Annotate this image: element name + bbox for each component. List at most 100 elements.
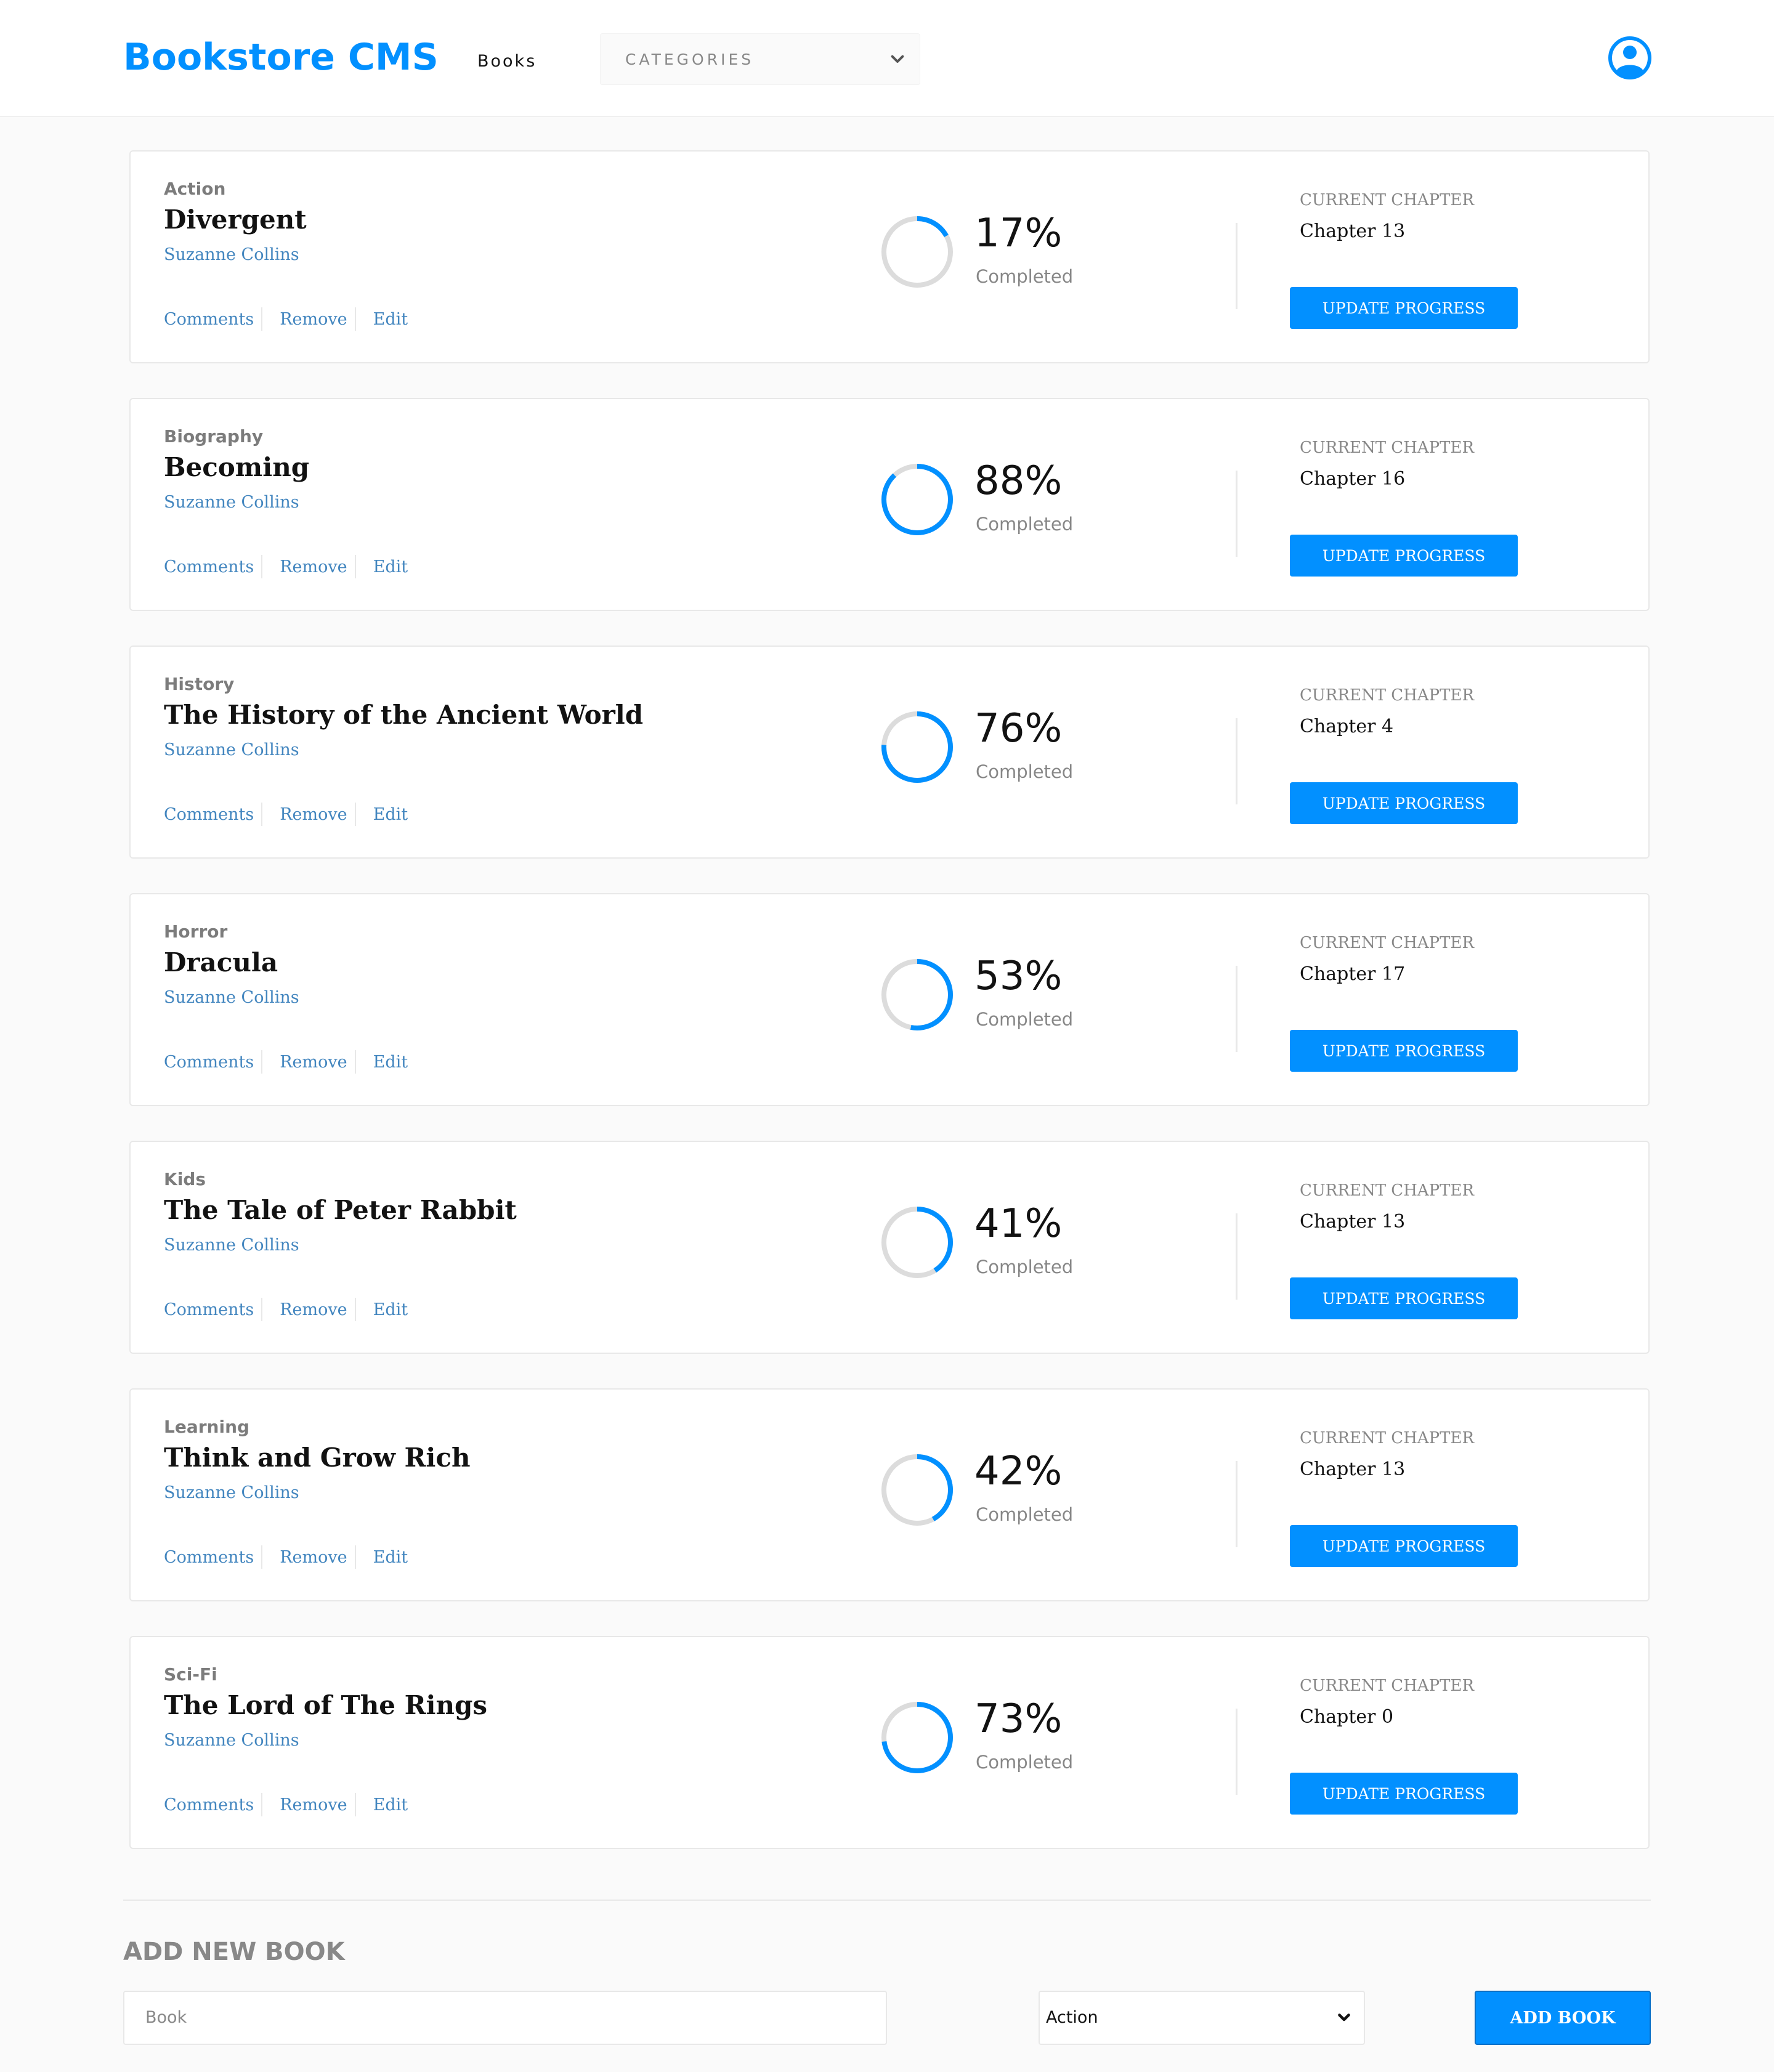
card-divider [1236, 966, 1237, 1052]
action-separator [354, 803, 356, 826]
book-actions: Comments Remove Edit [164, 307, 408, 331]
book-genre: Learning [164, 1417, 250, 1437]
current-chapter-value: Chapter 13 [1300, 221, 1406, 242]
categories-dropdown-label: CATEGORIES [625, 51, 755, 68]
current-chapter-value: Chapter 13 [1300, 1211, 1406, 1232]
add-book-button[interactable]: ADD BOOK [1475, 1991, 1651, 2045]
book-author[interactable]: Suzanne Collins [164, 988, 299, 1007]
completed-label: Completed [976, 514, 1074, 535]
action-separator [261, 1545, 263, 1569]
remove-button[interactable]: Remove [280, 557, 347, 577]
book-author[interactable]: Suzanne Collins [164, 740, 299, 759]
action-separator [354, 307, 356, 331]
book-actions: Comments Remove Edit [164, 1545, 408, 1569]
completed-label: Completed [976, 1504, 1074, 1525]
book-card: Sci-Fi The Lord of The Rings Suzanne Col… [129, 1636, 1650, 1849]
remove-button[interactable]: Remove [280, 805, 347, 824]
completed-label: Completed [976, 1752, 1074, 1773]
book-author[interactable]: Suzanne Collins [164, 1731, 299, 1750]
chevron-down-icon [891, 55, 904, 63]
update-progress-button[interactable]: UPDATE PROGRESS [1290, 782, 1518, 824]
card-divider [1236, 223, 1237, 309]
progress-percent: 42% [974, 1449, 1063, 1494]
edit-button[interactable]: Edit [373, 557, 408, 577]
remove-button[interactable]: Remove [280, 1548, 347, 1567]
update-progress-button[interactable]: UPDATE PROGRESS [1290, 1525, 1518, 1567]
edit-button[interactable]: Edit [373, 1795, 408, 1815]
remove-button[interactable]: Remove [280, 1053, 347, 1072]
update-progress-button[interactable]: UPDATE PROGRESS [1290, 1277, 1518, 1319]
progress-ring [881, 216, 953, 288]
progress-percent: 73% [974, 1696, 1063, 1742]
progress-ring [881, 464, 953, 535]
update-progress-button[interactable]: UPDATE PROGRESS [1290, 287, 1518, 329]
action-separator [354, 555, 356, 578]
current-chapter-value: Chapter 17 [1300, 963, 1406, 985]
remove-button[interactable]: Remove [280, 310, 347, 329]
card-divider [1236, 1709, 1237, 1795]
category-select[interactable]: Action [1039, 1991, 1365, 2045]
book-author[interactable]: Suzanne Collins [164, 493, 299, 512]
edit-button[interactable]: Edit [373, 310, 408, 329]
action-separator [261, 1793, 263, 1816]
action-separator [261, 1050, 263, 1074]
comments-button[interactable]: Comments [164, 1300, 254, 1319]
update-progress-button[interactable]: UPDATE PROGRESS [1290, 535, 1518, 577]
comments-button[interactable]: Comments [164, 1548, 254, 1567]
book-card: History The History of the Ancient World… [129, 645, 1650, 859]
completed-label: Completed [976, 1009, 1074, 1030]
book-card: Horror Dracula Suzanne Collins Comments … [129, 893, 1650, 1106]
book-card: Biography Becoming Suzanne Collins Comme… [129, 398, 1650, 611]
book-genre: History [164, 674, 235, 694]
current-chapter-value: Chapter 0 [1300, 1706, 1394, 1728]
book-actions: Comments Remove Edit [164, 1792, 408, 1817]
progress-percent: 53% [974, 953, 1063, 999]
remove-button[interactable]: Remove [280, 1300, 347, 1319]
edit-button[interactable]: Edit [373, 1300, 408, 1319]
add-book-heading: ADD NEW BOOK [123, 1938, 345, 1966]
current-chapter-label: CURRENT CHAPTER [1300, 686, 1475, 705]
book-author[interactable]: Suzanne Collins [164, 245, 299, 264]
book-author[interactable]: Suzanne Collins [164, 1483, 299, 1502]
edit-button[interactable]: Edit [373, 1053, 408, 1072]
book-author[interactable]: Suzanne Collins [164, 1236, 299, 1255]
header: Bookstore CMS Books CATEGORIES [0, 0, 1774, 117]
card-divider [1236, 1213, 1237, 1300]
chevron-down-icon [1338, 2013, 1350, 2021]
update-progress-button[interactable]: UPDATE PROGRESS [1290, 1030, 1518, 1072]
remove-button[interactable]: Remove [280, 1795, 347, 1815]
action-separator [261, 307, 263, 331]
book-genre: Action [164, 179, 226, 199]
comments-button[interactable]: Comments [164, 310, 254, 329]
app-logo[interactable]: Bookstore CMS [123, 36, 439, 79]
book-title-input[interactable]: Book [123, 1991, 887, 2045]
comments-button[interactable]: Comments [164, 1795, 254, 1815]
current-chapter-label: CURRENT CHAPTER [1300, 1677, 1475, 1695]
nav-books-link[interactable]: Books [477, 52, 537, 71]
comments-button[interactable]: Comments [164, 557, 254, 577]
card-divider [1236, 1461, 1237, 1547]
user-avatar-icon[interactable] [1608, 36, 1652, 80]
action-separator [354, 1298, 356, 1321]
categories-dropdown[interactable]: CATEGORIES [600, 33, 920, 85]
current-chapter-label: CURRENT CHAPTER [1300, 439, 1475, 457]
edit-button[interactable]: Edit [373, 805, 408, 824]
book-genre: Horror [164, 921, 228, 942]
current-chapter-value: Chapter 4 [1300, 716, 1394, 737]
book-card: Learning Think and Grow Rich Suzanne Col… [129, 1388, 1650, 1601]
book-genre: Kids [164, 1169, 206, 1189]
action-separator [261, 803, 263, 826]
action-separator [261, 555, 263, 578]
book-title: The History of the Ancient World [164, 700, 644, 730]
action-separator [354, 1050, 356, 1074]
comments-button[interactable]: Comments [164, 1053, 254, 1072]
book-title-placeholder: Book [145, 2008, 187, 2027]
progress-ring [881, 711, 953, 783]
book-genre: Sci-Fi [164, 1664, 217, 1685]
comments-button[interactable]: Comments [164, 805, 254, 824]
current-chapter-value: Chapter 16 [1300, 468, 1406, 490]
update-progress-button[interactable]: UPDATE PROGRESS [1290, 1773, 1518, 1815]
action-separator [354, 1793, 356, 1816]
current-chapter-value: Chapter 13 [1300, 1459, 1406, 1480]
edit-button[interactable]: Edit [373, 1548, 408, 1567]
